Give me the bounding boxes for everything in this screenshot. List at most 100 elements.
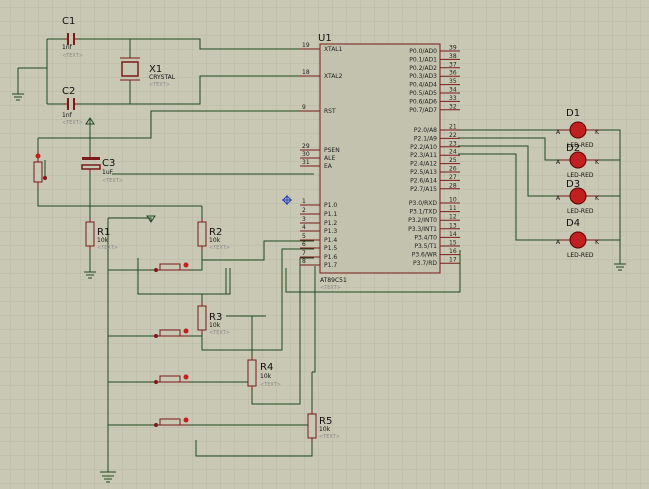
pin-name: P3.3/INT1 <box>408 226 437 233</box>
pin-name: P0.3/AD3 <box>409 73 437 80</box>
pin-name: P0.5/AD5 <box>409 90 437 97</box>
capacitor-value: 1uF <box>102 169 114 176</box>
pin-number: 34 <box>449 87 457 94</box>
capacitor-value: 1nf <box>62 112 73 119</box>
led-part: LED-RED <box>567 252 594 259</box>
pin-name: P1.3 <box>324 228 337 235</box>
pin-number: 24 <box>449 149 457 156</box>
pin-number: 26 <box>449 166 457 173</box>
resistor-text: <TEXT> <box>209 330 230 336</box>
pin-number: 3 <box>302 216 306 223</box>
pin-name: XTAL2 <box>324 73 343 80</box>
pin-number: 37 <box>449 61 457 68</box>
pin-name: P0.1/AD1 <box>409 56 437 63</box>
pin-number: 12 <box>449 214 457 221</box>
pin-number: 5 <box>302 233 306 240</box>
pin-number: 16 <box>449 248 457 255</box>
pin-name: RST <box>324 108 336 115</box>
pin-name: XTAL1 <box>324 46 343 53</box>
pin-number: 27 <box>449 174 457 181</box>
pin-number: 39 <box>449 45 457 52</box>
resistor-value: 10k <box>209 322 221 329</box>
resistor-text: <TEXT> <box>319 434 340 440</box>
capacitor-text: <TEXT> <box>102 178 123 184</box>
capacitor-ref: C3 <box>102 158 115 169</box>
pin-name: P3.4/T0 <box>414 234 437 241</box>
resistor-text: <TEXT> <box>260 382 281 388</box>
mcu-ref: U1 <box>318 33 332 44</box>
pin-number: 30 <box>302 151 310 158</box>
led-part: LED-RED <box>567 208 594 215</box>
pin-number: 22 <box>449 132 457 139</box>
mcu-text: <TEXT> <box>320 285 341 291</box>
pin-name: P0.6/AD6 <box>409 98 437 105</box>
pin-name: P1.5 <box>324 245 337 252</box>
pin-number: 28 <box>449 182 457 189</box>
capacitor-text: <TEXT> <box>62 53 83 59</box>
pin-name: P1.1 <box>324 211 337 218</box>
pin-name: P3.1/TXD <box>409 209 437 216</box>
resistor-value: 10k <box>97 237 109 244</box>
pin-number: 8 <box>302 258 306 265</box>
pin-number: 33 <box>449 95 457 102</box>
pin-name: P2.2/A10 <box>410 144 437 151</box>
pin-name: PSEN <box>324 147 340 154</box>
pin-number: 2 <box>302 207 306 214</box>
pin-number: 31 <box>302 159 310 166</box>
resistor-value: 10k <box>319 426 331 433</box>
pin-name: P3.0/RXD <box>409 200 437 207</box>
pin-number: 21 <box>449 124 457 131</box>
capacitor-text: <TEXT> <box>62 120 83 126</box>
schematic-canvas[interactable]: C1 1nf <TEXT> C2 1nf <TEXT> C3 1uF <TEXT… <box>0 0 649 489</box>
pin-name: P1.4 <box>324 237 337 244</box>
led-ref: D2 <box>566 143 580 154</box>
pin-number: 35 <box>449 78 457 85</box>
pin-number: 36 <box>449 70 457 77</box>
pin-number: 13 <box>449 222 457 229</box>
pin-name: P0.2/AD2 <box>409 65 437 72</box>
pin-number: 19 <box>302 42 310 49</box>
pin-name: P2.1/A9 <box>414 135 437 142</box>
pin-number: 18 <box>302 69 310 76</box>
led-ref: D4 <box>566 218 580 229</box>
pin-number: 17 <box>449 257 457 264</box>
pin-number: 10 <box>449 197 457 204</box>
pin-name: P3.6/WR <box>412 252 437 259</box>
crystal-value: CRYSTAL <box>149 74 176 81</box>
microcontroller-u1[interactable]: U1 AT89C51 <TEXT> 19XTAL118XTAL29RST29PS… <box>300 33 460 291</box>
pin-number: 38 <box>449 53 457 60</box>
mcu-part: AT89C51 <box>320 277 347 284</box>
pin-number: 23 <box>449 140 457 147</box>
pin-name: P2.6/A14 <box>410 177 437 184</box>
crystal-text: <TEXT> <box>149 82 170 88</box>
capacitor-ref: C2 <box>62 86 75 97</box>
pin-name: P2.7/A15 <box>410 186 437 193</box>
pin-name: P0.4/AD4 <box>409 82 437 89</box>
pin-name: P1.7 <box>324 262 337 269</box>
led-ref: D1 <box>566 108 580 119</box>
pin-number: 7 <box>302 250 306 257</box>
pin-number: 1 <box>302 198 306 205</box>
capacitor-ref: C1 <box>62 16 75 27</box>
pin-name: P1.6 <box>324 254 337 261</box>
pin-name: P1.0 <box>324 202 337 209</box>
resistor-text: <TEXT> <box>97 245 118 251</box>
pin-number: 25 <box>449 157 457 164</box>
pin-number: 11 <box>449 205 457 212</box>
resistor-value: 10k <box>209 237 221 244</box>
led-ref: D3 <box>566 179 580 190</box>
pin-name: EA <box>324 163 333 170</box>
capacitor-value: 1nf <box>62 44 73 51</box>
pin-name: P2.4/A12 <box>410 161 437 168</box>
led-part: LED-RED <box>567 172 594 179</box>
resistor-ref: R4 <box>260 362 273 373</box>
pin-name: P3.5/T1 <box>414 243 437 250</box>
pin-number: 29 <box>302 143 310 150</box>
pin-number: 9 <box>302 104 306 111</box>
pin-number: 4 <box>302 224 306 231</box>
pin-name: ALE <box>324 155 335 162</box>
pin-name: P2.3/A11 <box>410 152 437 159</box>
pin-number: 32 <box>449 103 457 110</box>
pin-name: P2.0/A8 <box>414 127 437 134</box>
resistor-text: <TEXT> <box>209 245 230 251</box>
